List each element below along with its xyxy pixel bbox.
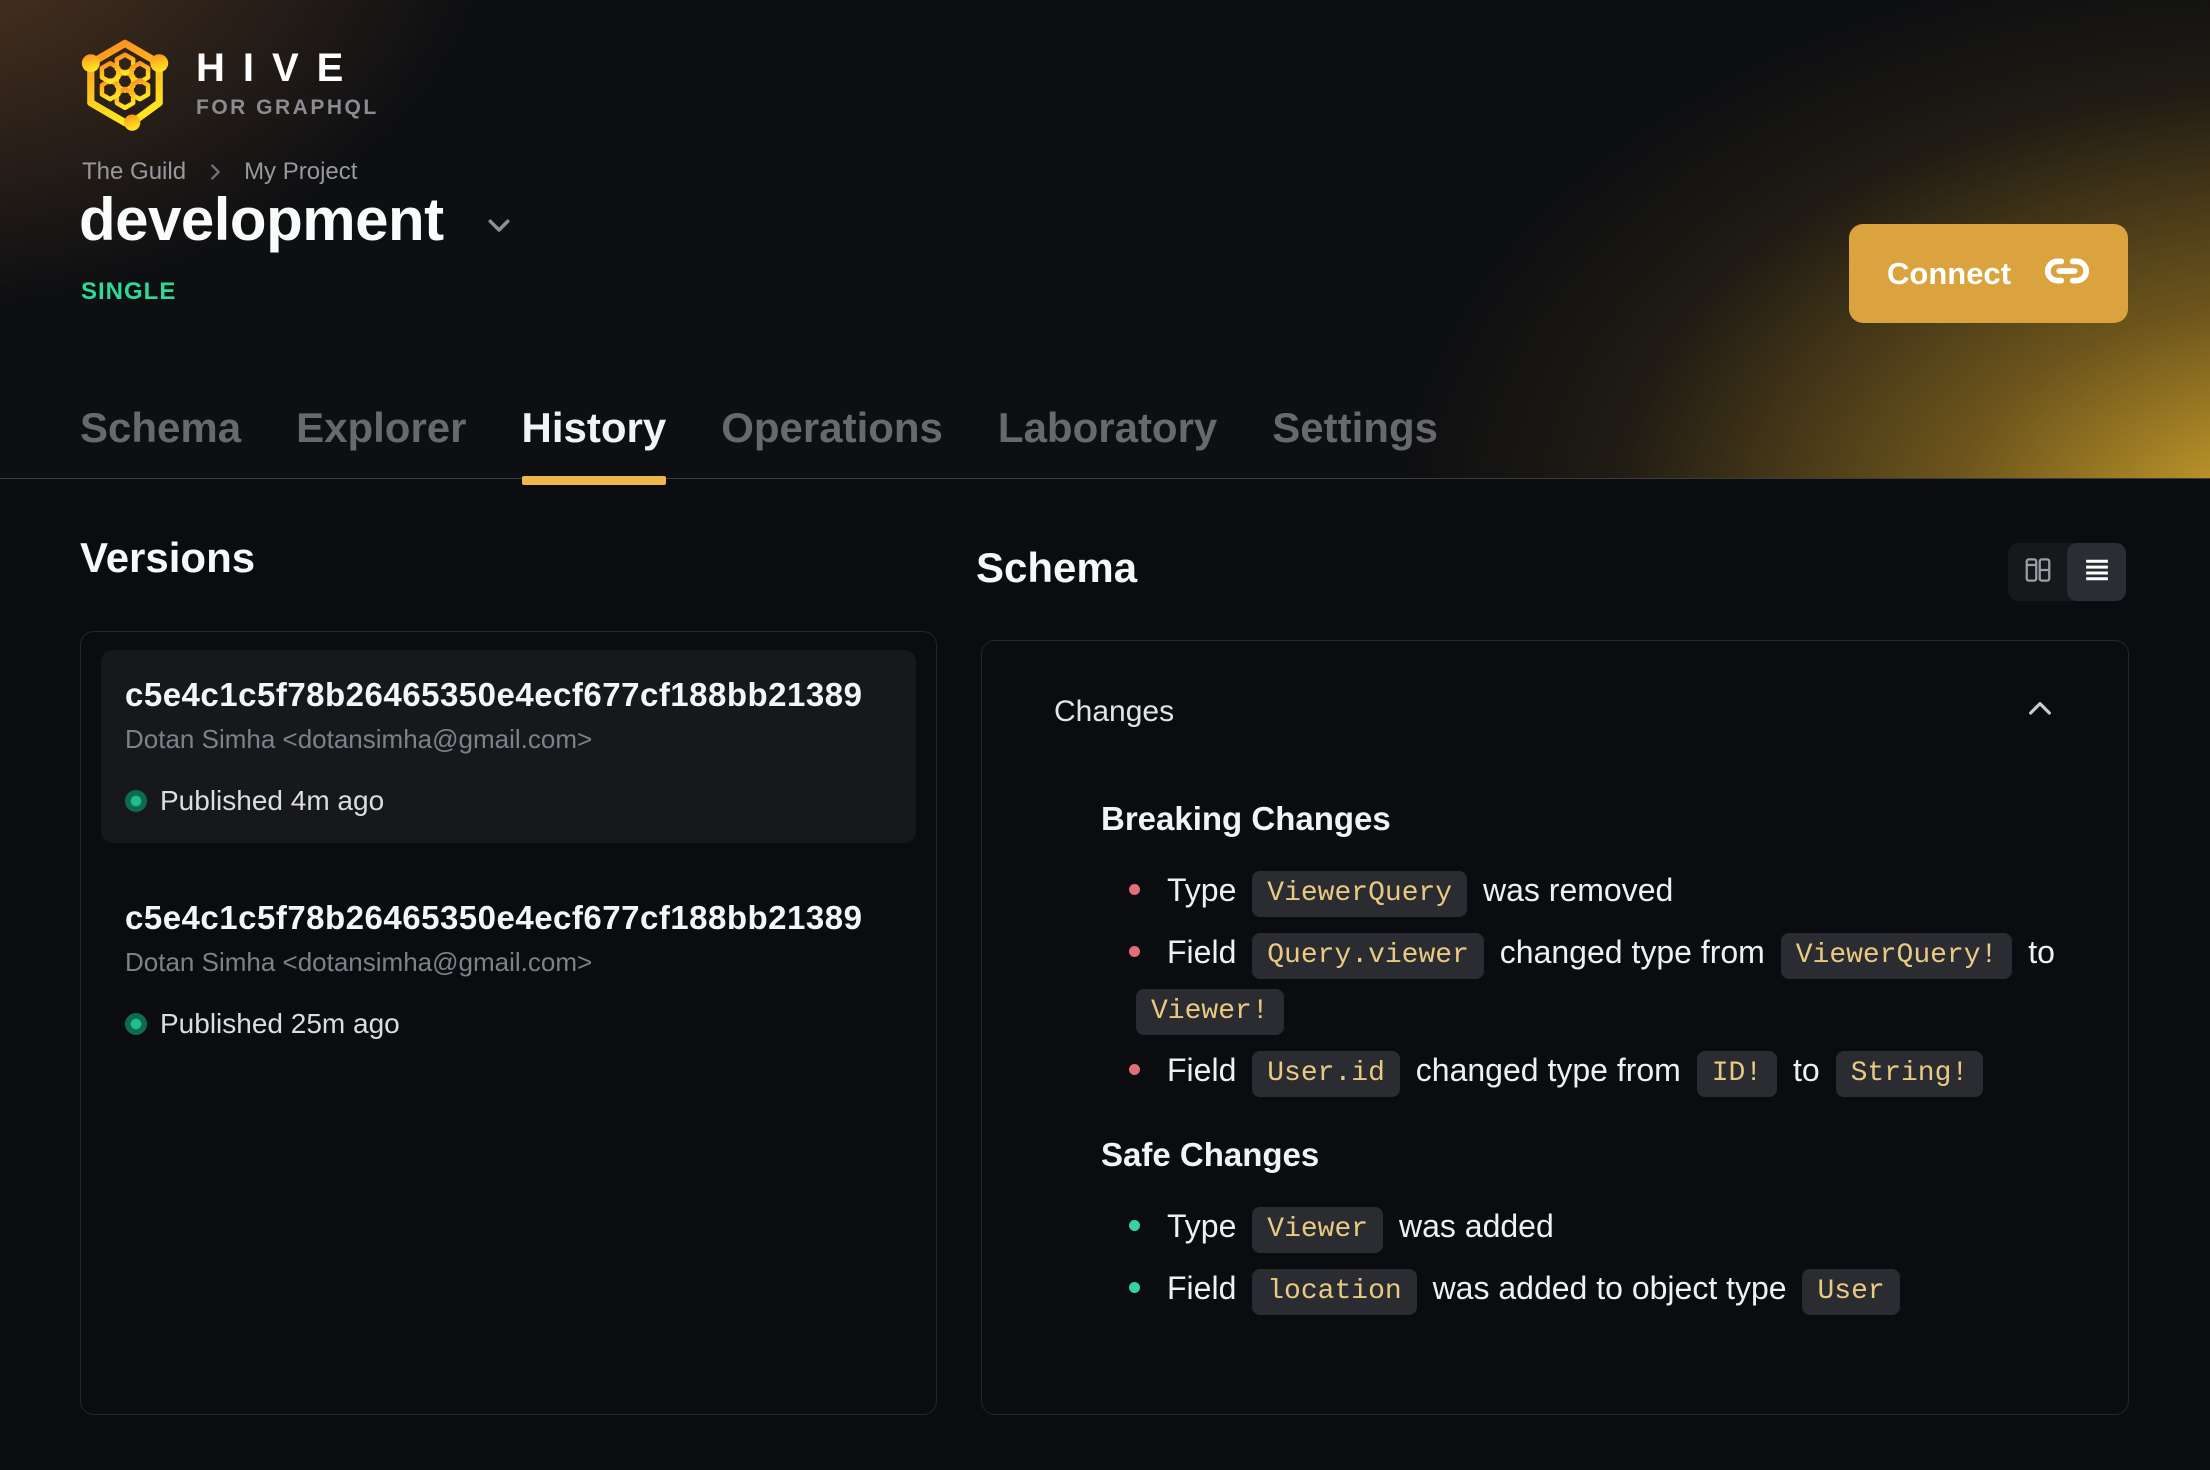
bullet-icon — [1129, 946, 1140, 957]
version-hash: c5e4c1c5f78b26465350e4ecf677cf188bb21389 — [125, 676, 863, 713]
brand-name: HIVE — [196, 46, 362, 90]
target-title-row: development — [79, 190, 514, 250]
change-text: changed type from — [1490, 934, 1774, 970]
version-status-label: Published 4m ago — [160, 785, 385, 816]
change-item: Field location was added to object type … — [1129, 1260, 2056, 1316]
code-chip: Viewer — [1252, 1207, 1384, 1253]
breadcrumb: The Guild My Project — [82, 158, 357, 186]
changes-sections: Breaking Changes Type ViewerQuery was rem… — [1054, 800, 2056, 1316]
change-text: Type — [1167, 872, 1246, 908]
hive-hexagon-icon — [81, 39, 169, 131]
list-view-button[interactable] — [2067, 543, 2126, 601]
version-hash: c5e4c1c5f78b26465350e4ecf677cf188bb21389 — [125, 899, 863, 936]
change-text: was added — [1390, 1208, 1554, 1244]
change-text: Type — [1167, 1208, 1246, 1244]
version-item[interactable]: c5e4c1c5f78b26465350e4ecf677cf188bb21389… — [101, 650, 916, 843]
section-title-breaking: Breaking Changes — [1101, 800, 1391, 837]
bullet-icon — [1129, 884, 1140, 895]
version-item[interactable]: c5e4c1c5f78b26465350e4ecf677cf188bb21389… — [101, 873, 916, 1066]
schema-heading: Schema — [976, 544, 1138, 591]
tab-operations[interactable]: Operations — [721, 404, 943, 485]
columns-view-button[interactable] — [2008, 543, 2067, 601]
change-text: Field — [1167, 934, 1246, 970]
green-dot-icon — [125, 1013, 147, 1035]
tab-explorer[interactable]: Explorer — [296, 404, 466, 485]
code-chip: ViewerQuery — [1252, 871, 1468, 917]
changes-collapse-row[interactable]: Changes — [1054, 693, 2056, 730]
version-status-label: Published 25m ago — [160, 1008, 400, 1039]
chevron-up-icon — [2024, 693, 2056, 730]
view-toggle — [2008, 543, 2126, 601]
change-text: Field — [1167, 1052, 1246, 1088]
code-chip: ID! — [1696, 1051, 1778, 1097]
bullet-icon — [1129, 1282, 1140, 1293]
link-icon — [2044, 248, 2090, 299]
tabs: Schema Explorer History Operations Laborator… — [80, 404, 1438, 485]
hive-logo[interactable]: HIVE FOR GRAPHQL — [80, 34, 379, 132]
breadcrumb-project[interactable]: My Project — [244, 158, 357, 186]
versions-heading: Versions — [80, 534, 256, 581]
versions-panel: c5e4c1c5f78b26465350e4ecf677cf188bb21389… — [80, 631, 937, 1415]
bullet-icon — [1129, 1064, 1140, 1075]
version-status: Published 25m ago — [125, 1008, 892, 1040]
logo-text: HIVE FOR GRAPHQL — [196, 48, 379, 118]
connect-button-label: Connect — [1887, 255, 2011, 291]
change-text: to — [1784, 1052, 1829, 1088]
code-chip: User — [1802, 1269, 1900, 1315]
change-item: Field Query.viewer changed type from Vie… — [1129, 924, 2056, 1036]
chevron-right-icon — [204, 161, 226, 183]
change-item: Type Viewer was added — [1129, 1198, 2056, 1254]
code-chip: String! — [1835, 1051, 1984, 1097]
schema-changes-panel: Changes Breaking Changes Type ViewerQuery… — [981, 640, 2129, 1415]
columns-icon — [2023, 555, 2053, 590]
project-header: HIVE FOR GRAPHQL The Guild My Project de… — [0, 0, 2210, 485]
version-author: Dotan Simha <dotansimha@gmail.com> — [125, 724, 593, 754]
breaking-change-list: Type ViewerQuery was removed Field Query.… — [1129, 862, 2056, 1098]
version-status: Published 4m ago — [125, 785, 892, 817]
code-chip: User.id — [1252, 1051, 1400, 1097]
version-author: Dotan Simha <dotansimha@gmail.com> — [125, 947, 593, 977]
code-chip: ViewerQuery! — [1780, 933, 2013, 979]
green-dot-icon — [125, 790, 147, 812]
change-text: to — [2019, 934, 2055, 970]
tab-schema[interactable]: Schema — [80, 404, 241, 485]
chevron-down-icon[interactable] — [484, 210, 514, 240]
connect-button[interactable]: Connect — [1849, 224, 2128, 323]
page-title: development — [79, 186, 444, 253]
app-page: HIVE FOR GRAPHQL The Guild My Project de… — [0, 0, 2210, 1470]
list-icon — [2082, 555, 2112, 590]
status-badge: SINGLE — [81, 278, 177, 305]
code-chip: location — [1252, 1269, 1417, 1315]
change-text: Field — [1167, 1270, 1246, 1306]
breadcrumb-org[interactable]: The Guild — [82, 158, 186, 186]
change-item: Field User.id changed type from ID! to S… — [1129, 1042, 2056, 1098]
change-text: changed type from — [1406, 1052, 1690, 1088]
change-text: was added to object type — [1423, 1270, 1796, 1306]
safe-change-list: Type Viewer was added Field location was … — [1129, 1198, 2056, 1316]
tab-history[interactable]: History — [521, 404, 666, 485]
change-item: Type ViewerQuery was removed — [1129, 862, 2056, 918]
changes-label: Changes — [1054, 694, 1175, 728]
tab-settings[interactable]: Settings — [1272, 404, 1438, 485]
section-title-safe: Safe Changes — [1101, 1136, 1320, 1173]
code-chip: Query.viewer — [1252, 933, 1484, 979]
bullet-icon — [1129, 1220, 1140, 1231]
change-text: was removed — [1474, 872, 1674, 908]
honeycomb-icon — [99, 52, 151, 110]
code-chip: Viewer! — [1136, 989, 1284, 1035]
tab-laboratory[interactable]: Laboratory — [998, 404, 1217, 485]
brand-tagline: FOR GRAPHQL — [196, 96, 379, 119]
